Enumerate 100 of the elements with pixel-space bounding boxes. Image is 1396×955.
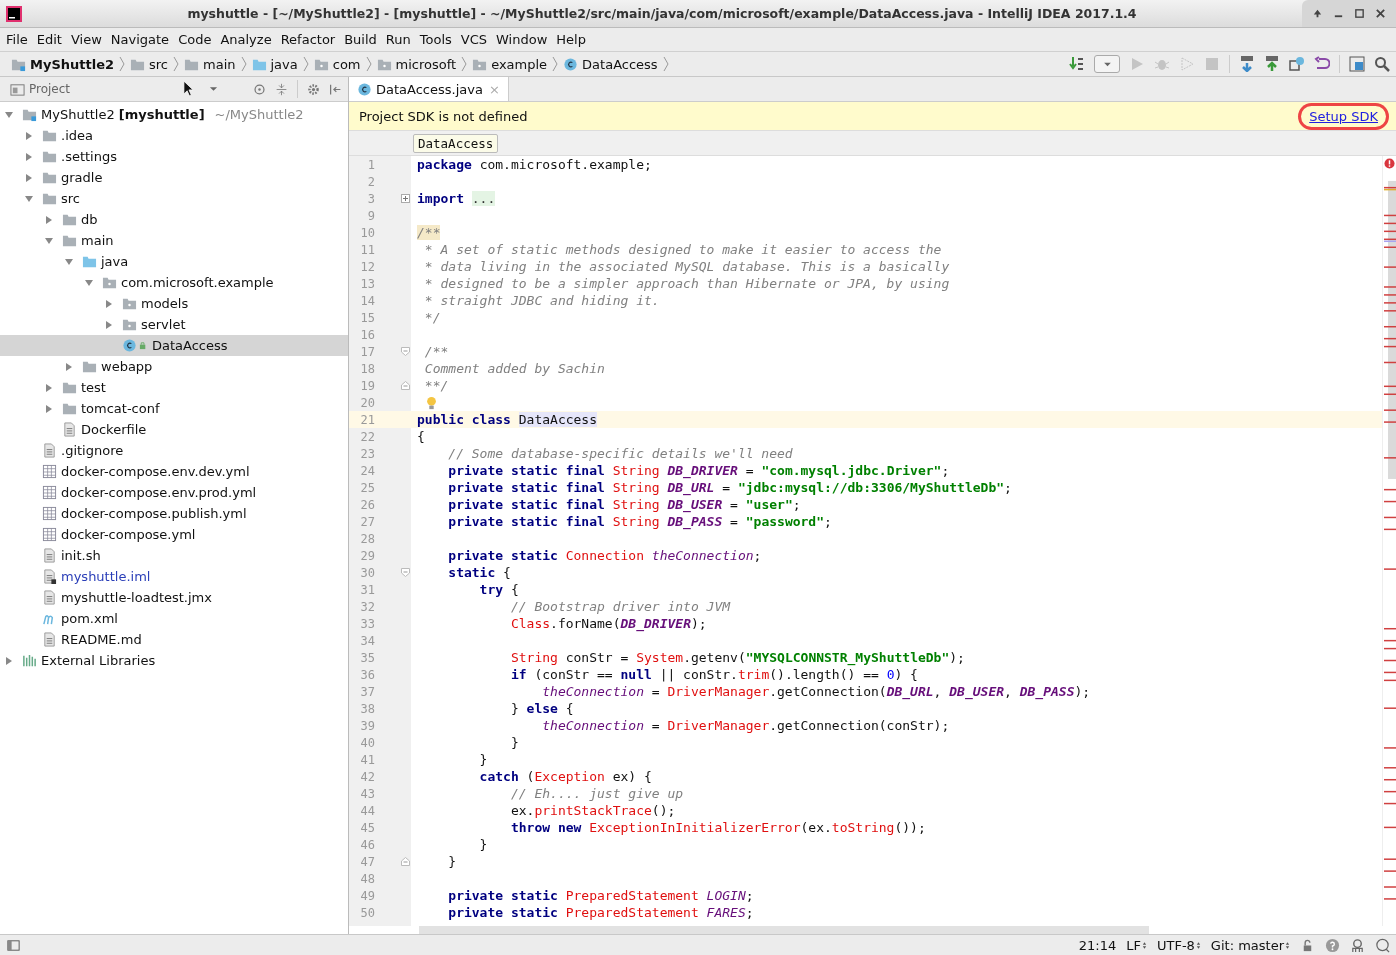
menu-item[interactable]: Refactor (280, 32, 336, 47)
breadcrumb-item[interactable]: example (469, 56, 551, 72)
search-icon[interactable] (1374, 56, 1390, 72)
expand-arrow-icon[interactable] (64, 361, 74, 372)
help-icon[interactable] (1325, 937, 1340, 953)
vcs-update-icon[interactable] (1239, 56, 1255, 72)
fold-end-icon[interactable] (401, 857, 410, 866)
tree-item[interactable]: tomcat-conf (81, 401, 160, 416)
expand-arrow-icon[interactable] (4, 109, 14, 120)
menu-item[interactable]: Run (385, 32, 411, 47)
fold-start-icon[interactable] (401, 568, 410, 577)
horizontal-scrollbar[interactable] (419, 926, 1149, 934)
tree-item[interactable]: docker-compose.publish.yml (61, 506, 247, 521)
tree-item[interactable]: docker-compose.env.prod.yml (61, 485, 257, 500)
maximize-icon[interactable] (1354, 8, 1365, 19)
breadcrumb-item[interactable]: src (127, 56, 171, 72)
history-icon[interactable] (1289, 56, 1305, 72)
menu-item[interactable]: View (70, 32, 102, 47)
encoding-selector[interactable]: UTF-8 (1156, 937, 1201, 953)
expand-arrow-icon[interactable] (84, 277, 94, 288)
breadcrumb-item[interactable]: com (310, 56, 364, 72)
tree-item[interactable]: servlet (141, 317, 186, 332)
expand-fold-icon[interactable] (401, 194, 410, 203)
hide-panel-icon[interactable] (329, 82, 342, 96)
gear-icon[interactable] (307, 82, 320, 96)
breadcrumb-item[interactable]: DataAccess (560, 56, 661, 72)
fold-end-icon[interactable] (401, 381, 410, 390)
expand-arrow-icon[interactable] (44, 235, 54, 246)
tree-item[interactable]: webapp (101, 359, 153, 374)
breadcrumb-item[interactable]: java (248, 56, 301, 72)
error-icon[interactable] (1384, 158, 1395, 169)
project-view-selector[interactable]: Project (10, 81, 71, 97)
tree-item[interactable]: test (81, 380, 106, 395)
tree-item[interactable]: db (81, 212, 98, 227)
tree-item[interactable]: pom.xml (61, 611, 118, 626)
line-separator-selector[interactable]: LF (1126, 937, 1147, 953)
tree-item[interactable]: gradle (61, 170, 103, 185)
tree-item[interactable]: .settings (61, 149, 117, 164)
tree-item[interactable]: Dockerfile (81, 422, 147, 437)
close-icon[interactable] (1375, 8, 1386, 19)
setup-sdk-link[interactable]: Setup SDK (1301, 105, 1386, 127)
lightbulb-icon[interactable] (426, 395, 437, 410)
expand-arrow-icon[interactable] (104, 298, 114, 309)
expand-arrow-icon[interactable] (64, 256, 74, 267)
expand-arrow-icon[interactable] (24, 151, 34, 162)
arrow-up-icon[interactable] (1312, 8, 1323, 19)
chat-bubble-icon[interactable] (1375, 937, 1390, 953)
expand-arrow-icon[interactable] (24, 172, 34, 183)
tree-item[interactable]: myshuttle-loadtest.jmx (61, 590, 212, 605)
run-config-dropdown[interactable] (1094, 55, 1120, 73)
menu-item[interactable]: Build (344, 32, 377, 47)
line-number: 43 (359, 786, 375, 801)
tree-item[interactable]: main (81, 233, 114, 248)
tree-item[interactable]: .gitignore (61, 443, 124, 458)
revert-icon[interactable] (1314, 56, 1330, 72)
vcs-branch-selector[interactable]: Git: master (1210, 937, 1290, 953)
fold-start-icon[interactable] (401, 347, 410, 356)
sort-icon[interactable] (1069, 56, 1085, 72)
expand-arrow-icon[interactable] (4, 655, 14, 666)
expand-arrow-icon[interactable] (24, 193, 34, 204)
expand-arrow-icon[interactable] (44, 214, 54, 225)
menu-item[interactable]: Tools (419, 32, 452, 47)
menu-item[interactable]: Edit (36, 32, 62, 47)
expand-arrow-icon[interactable] (44, 403, 54, 414)
breadcrumb-item[interactable]: microsoft (373, 56, 460, 72)
menu-item[interactable]: Code (178, 32, 212, 47)
breadcrumb-chip[interactable]: DataAccess (413, 133, 499, 153)
tree-item[interactable]: src (61, 191, 80, 206)
editor-tab[interactable]: DataAccess.java × (349, 77, 509, 101)
expand-arrow-icon[interactable] (44, 382, 54, 393)
menu-item[interactable]: Window (496, 32, 548, 47)
tree-item[interactable]: models (141, 296, 189, 311)
vcs-commit-icon[interactable] (1264, 56, 1280, 72)
tree-item[interactable]: docker-compose.env.dev.yml (61, 464, 250, 479)
selected-tree-row[interactable]: DataAccess (0, 335, 348, 356)
collapse-all-icon[interactable] (275, 82, 288, 96)
menu-item[interactable]: Analyze (220, 32, 272, 47)
project-structure-icon[interactable] (1349, 56, 1365, 72)
caret-position[interactable]: 21:14 (1078, 937, 1117, 953)
breadcrumb-item[interactable]: MyShuttle2 (8, 56, 118, 72)
tree-item[interactable]: init.sh (61, 548, 101, 563)
tree-item[interactable]: README.md (61, 632, 142, 647)
inspector-icon[interactable] (1350, 937, 1365, 953)
tree-item[interactable]: .idea (61, 128, 93, 143)
tree-item[interactable]: myshuttle.iml (61, 569, 151, 584)
expand-arrow-icon[interactable] (104, 319, 114, 330)
tree-item[interactable]: java (101, 254, 129, 269)
tree-item[interactable]: External Libraries (41, 653, 156, 668)
breadcrumb-item[interactable]: main (181, 56, 239, 72)
caret-icon[interactable] (209, 86, 219, 92)
menu-item[interactable]: Navigate (110, 32, 170, 47)
expand-arrow-icon[interactable] (24, 130, 34, 141)
menu-item[interactable]: VCS (460, 32, 488, 47)
panel-toggle-icon[interactable] (6, 937, 21, 953)
menu-item[interactable]: Help (556, 32, 586, 47)
crosshair-icon[interactable] (253, 82, 266, 96)
tree-item[interactable]: docker-compose.yml (61, 527, 196, 542)
tree-item[interactable]: com.microsoft.example (121, 275, 274, 290)
tree-item[interactable]: MyShuttle2 (41, 107, 115, 122)
menu-item[interactable]: File (6, 32, 28, 47)
